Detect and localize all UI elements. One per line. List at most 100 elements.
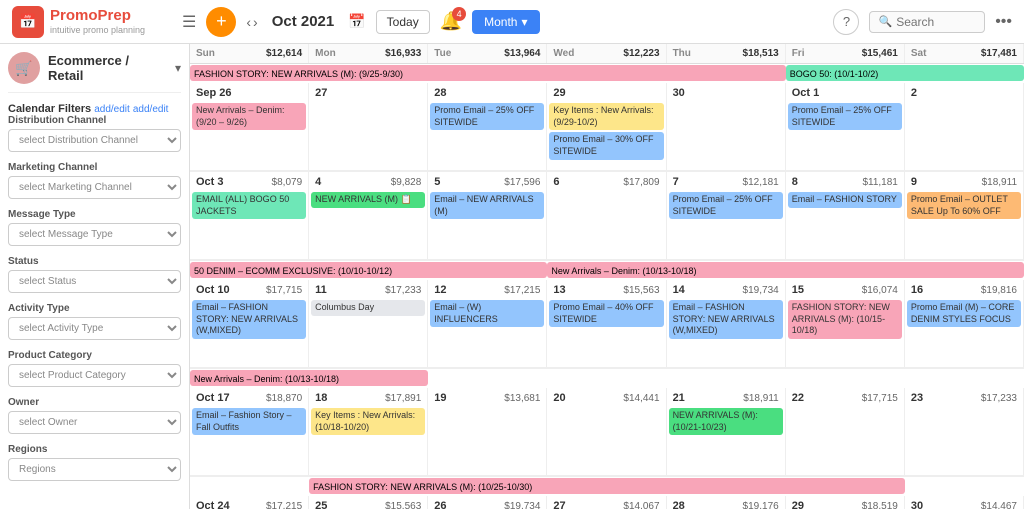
calendar-event[interactable]: Email – NEW ARRIVALS (M) <box>430 192 544 219</box>
chevron-down-icon[interactable]: ▾ <box>175 61 181 75</box>
calendar-icon[interactable]: 📅 <box>348 13 365 30</box>
notification-button[interactable]: 🔔4 <box>440 11 462 32</box>
cal-cell[interactable]: Oct 24$17,215Promo Email – 25% <box>190 496 309 509</box>
calendar-event[interactable]: New Arrivals – Denim: (9/20 – 9/26) <box>192 103 306 130</box>
filter-select[interactable]: select Status <box>8 270 181 293</box>
cal-cell[interactable]: 28$19,176 <box>667 496 786 509</box>
calendar-event[interactable]: Key Items : New Arrivals: (10/18-10/20) <box>311 408 425 435</box>
help-button[interactable]: ? <box>833 9 859 35</box>
calendar-event[interactable]: Email – (W) INFLUENCERS <box>430 300 544 327</box>
filter-select[interactable]: Regions <box>8 458 181 481</box>
calendar-event[interactable]: NEW ARRIVALS (M) 📋 <box>311 192 425 208</box>
day-amount: $16,933 <box>385 48 421 59</box>
cell-date: Oct 10 <box>196 284 230 296</box>
cal-cell[interactable]: Oct 10$17,715Email – FASHION STORY: NEW … <box>190 280 309 368</box>
span-event-wrapper[interactable]: New Arrivals – Denim: (10/13-10/18) <box>190 369 428 387</box>
calendar-event[interactable]: EMAIL (ALL) BOGO 50 JACKETS <box>192 192 306 219</box>
cal-cell[interactable]: 2 <box>905 83 1024 171</box>
calendar-event[interactable]: Email – FASHION STORY: NEW ARRIVALS (W,M… <box>669 300 783 339</box>
calendar-event[interactable]: Promo Email – 30% OFF SITEWIDE <box>549 132 663 159</box>
cal-cell[interactable]: 29Key Items : New Arrivals: (9/29-10/2)P… <box>547 83 666 171</box>
more-options-button[interactable]: ••• <box>995 13 1012 31</box>
cal-cell[interactable]: 21$18,911NEW ARRIVALS (M): (10/21-10/23) <box>667 388 786 476</box>
span-event-wrapper[interactable]: 50 DENIM – ECOMM EXCLUSIVE: (10/10-10/12… <box>190 261 547 279</box>
filter-select[interactable]: select Owner <box>8 411 181 434</box>
filters-link[interactable]: add/edit <box>94 104 130 115</box>
cell-date: 5 <box>434 176 440 188</box>
cal-cell[interactable]: 12$17,215Email – (W) INFLUENCERS <box>428 280 547 368</box>
filter-select[interactable]: select Message Type <box>8 223 181 246</box>
cal-cell[interactable]: 9$18,911Promo Email – OUTLET SALE Up To … <box>905 172 1024 260</box>
cal-cell[interactable]: Sep 26New Arrivals – Denim: (9/20 – 9/26… <box>190 83 309 171</box>
today-button[interactable]: Today <box>376 10 430 34</box>
cal-cell[interactable]: 8$11,181Email – FASHION STORY <box>786 172 905 260</box>
cal-cell[interactable]: 6$17,809 <box>547 172 666 260</box>
calendar-event[interactable]: Promo Email (M) – CORE DENIM STYLES FOCU… <box>907 300 1021 327</box>
cell-header: 15$16,074 <box>788 282 902 298</box>
cal-cell[interactable]: 22$17,715 <box>786 388 905 476</box>
span-event-wrapper[interactable]: FASHION STORY: NEW ARRIVALS (M): (9/25-9… <box>190 64 786 82</box>
cal-cell[interactable]: 7$12,181Promo Email – 25% OFF SITEWIDE <box>667 172 786 260</box>
cell-header: 23$17,233 <box>907 390 1021 406</box>
month-view-button[interactable]: Month ▾ <box>472 10 539 34</box>
cal-cell[interactable]: 27 <box>309 83 428 171</box>
day-amount: $12,223 <box>623 48 659 59</box>
cell-amount: $18,911 <box>982 177 1017 188</box>
filters-add-edit[interactable]: add/edit <box>133 104 169 115</box>
cell-header: 14$19,734 <box>669 282 783 298</box>
filter-select[interactable]: select Product Category <box>8 364 181 387</box>
cal-cell[interactable]: 28Promo Email – 25% OFF SITEWIDE <box>428 83 547 171</box>
calendar-event[interactable]: Promo Email – 25% OFF SITEWIDE <box>669 192 783 219</box>
search-input[interactable] <box>896 15 976 29</box>
cal-cell[interactable]: Oct 17$18,870Email – Fashion Story – Fal… <box>190 388 309 476</box>
calendar-event[interactable]: Key Items : New Arrivals: (9/29-10/2) <box>549 103 663 130</box>
cal-cell[interactable]: 16$19,816Promo Email (M) – CORE DENIM ST… <box>905 280 1024 368</box>
cal-cell[interactable]: 26$19,734 <box>428 496 547 509</box>
cal-cell[interactable]: 29$18,519 <box>786 496 905 509</box>
calendar-event[interactable]: FASHION STORY: NEW ARRIVALS (M): (10/15-… <box>788 300 902 339</box>
cell-date: 23 <box>911 392 923 404</box>
calendar-event[interactable]: NEW ARRIVALS (M): (10/21-10/23) <box>669 408 783 435</box>
calendar-event[interactable]: Promo Email – 25% OFF SITEWIDE <box>430 103 544 130</box>
prev-month-button[interactable]: ‹ <box>246 14 251 30</box>
calendar-event[interactable]: Columbus Day <box>311 300 425 316</box>
cal-cell[interactable]: 4$9,828NEW ARRIVALS (M) 📋 <box>309 172 428 260</box>
cal-cell[interactable]: 30 <box>667 83 786 171</box>
calendar-event[interactable]: Promo Email – 40% OFF SITEWIDE <box>549 300 663 327</box>
add-button[interactable]: + <box>206 7 236 37</box>
cal-cell[interactable]: 18$17,891Key Items : New Arrivals: (10/1… <box>309 388 428 476</box>
calendar-event[interactable]: Email – FASHION STORY: NEW ARRIVALS (W,M… <box>192 300 306 339</box>
cal-cell[interactable]: Oct 1Promo Email – 25% OFF SITEWIDE <box>786 83 905 171</box>
span-event-wrapper[interactable]: BOGO 50: (10/1-10/2) <box>786 64 1024 82</box>
cal-cell[interactable]: Oct 3$8,079EMAIL (ALL) BOGO 50 JACKETS <box>190 172 309 260</box>
cal-cell[interactable]: 30$14,467 <box>905 496 1024 509</box>
filter-label: Status <box>8 256 181 267</box>
calendar-event[interactable]: Email – Fashion Story – Fall Outfits <box>192 408 306 435</box>
day-header-tue: Tue$13,964 <box>428 44 547 63</box>
next-month-button[interactable]: › <box>253 14 258 30</box>
filter-label: Message Type <box>8 209 181 220</box>
cal-cell[interactable]: 19$13,681 <box>428 388 547 476</box>
filter-label: Activity Type <box>8 303 181 314</box>
cell-date: 27 <box>553 500 565 509</box>
filter-select[interactable]: select Distribution Channel <box>8 129 181 152</box>
calendar-event[interactable]: Promo Email – OUTLET SALE Up To 60% OFF <box>907 192 1021 219</box>
calendar-event[interactable]: Email – FASHION STORY <box>788 192 902 208</box>
cal-cell[interactable]: 15$16,074 FASHION STORY: NEW ARRIVALS (M)… <box>786 280 905 368</box>
cal-cell[interactable]: 25$15,563 <box>309 496 428 509</box>
cal-cell[interactable]: 27$14,067 <box>547 496 666 509</box>
span-event-wrapper[interactable]: New Arrivals – Denim: (10/13-10/18) <box>547 261 1024 279</box>
cal-cell[interactable]: 20$14,441 <box>547 388 666 476</box>
hamburger-button[interactable]: ☰ <box>182 12 196 32</box>
cal-cell[interactable]: 11$17,233Columbus Day <box>309 280 428 368</box>
cell-header: 5$17,596 <box>430 174 544 190</box>
cell-date: 25 <box>315 500 327 509</box>
cal-cell[interactable]: 14$19,734 Email – FASHION STORY: NEW ARRI… <box>667 280 786 368</box>
cal-cell[interactable]: 23$17,233 <box>905 388 1024 476</box>
filter-select[interactable]: select Marketing Channel <box>8 176 181 199</box>
calendar-event[interactable]: Promo Email – 25% OFF SITEWIDE <box>788 103 902 130</box>
span-event-wrapper[interactable]: FASHION STORY: NEW ARRIVALS (M): (10/25-… <box>309 477 905 495</box>
cal-cell[interactable]: 5$17,596 Email – NEW ARRIVALS (M) <box>428 172 547 260</box>
filter-select[interactable]: select Activity Type <box>8 317 181 340</box>
cal-cell[interactable]: 13$15,563Promo Email – 40% OFF SITEWIDE <box>547 280 666 368</box>
